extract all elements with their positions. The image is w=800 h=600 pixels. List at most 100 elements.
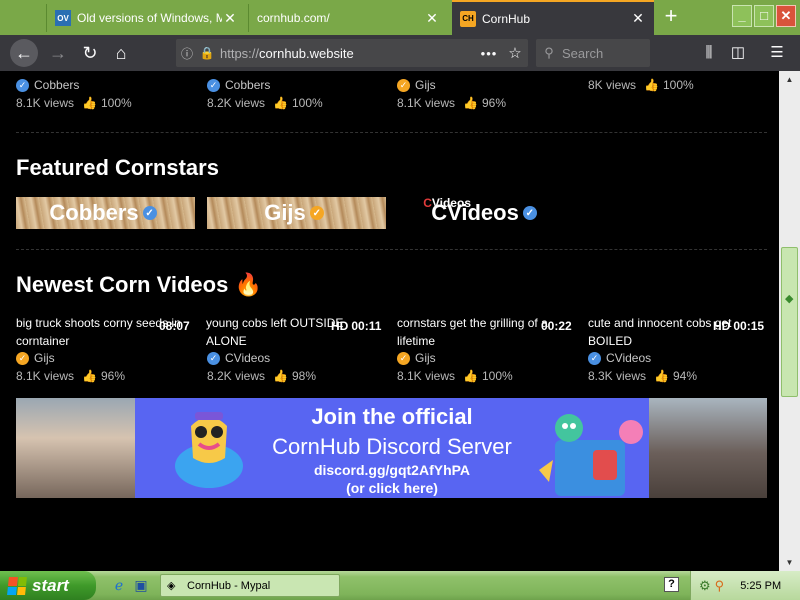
banner-click-here[interactable]: (or click here) <box>135 480 649 496</box>
channel-name: Cobbers <box>225 78 271 92</box>
navigation-toolbar: ← → ↻ ⌂ ⓘ 🔒 https://cornhub.website ••• … <box>0 35 800 71</box>
video-meta: ✓ Gijs 8.1K views 👍 100% <box>397 349 577 385</box>
video-meta: ✓ Cobbers 8.2K views 👍 100% <box>207 76 387 112</box>
channel-link[interactable]: ✓ CVideos <box>588 349 768 367</box>
verified-badge-icon: ✓ <box>588 351 601 365</box>
video-duration: HD 00:11 <box>331 319 381 333</box>
banner-invite-link[interactable]: discord.gg/gqt2AfYhPA <box>135 462 649 478</box>
window-controls: _ □ ✕ <box>732 5 796 27</box>
help-icon[interactable]: ? <box>664 577 679 592</box>
home-icon[interactable]: ⌂ <box>107 39 135 67</box>
search-input[interactable]: ⚲ Search <box>536 39 650 67</box>
clock[interactable]: 5:25 PM <box>740 580 781 592</box>
channel-link[interactable]: ✓ Gijs <box>397 349 577 367</box>
scroll-up-icon[interactable]: ▲ <box>779 71 800 88</box>
video-meta: ✓ CVideos 8.3K views 👍 94% <box>588 349 768 385</box>
channel-name: CVideos <box>606 351 652 365</box>
banner-line-1: Join the official <box>311 404 473 429</box>
tab-old-versions[interactable]: OV Old versions of Windows, Ma ✕ <box>46 4 246 32</box>
vertical-scrollbar[interactable]: ▲ ◆ ▼ <box>779 71 800 571</box>
tab-title: Old versions of Windows, Ma <box>77 11 222 25</box>
url-text[interactable]: https://cornhub.website <box>216 46 476 61</box>
video-stats: 8.1K views 👍 100% <box>16 94 196 112</box>
banner-photo-left <box>16 398 135 498</box>
hd-badge: HD <box>331 319 349 333</box>
minimize-icon[interactable]: _ <box>732 5 752 27</box>
view-count: 8.3K views <box>588 369 647 383</box>
menu-icon[interactable]: ☰ <box>765 41 789 65</box>
cornstar-name: Cobbers <box>49 200 139 225</box>
banner-photo-right <box>649 398 767 498</box>
thumbs-up-icon: 👍 <box>463 369 478 383</box>
taskbar-item-cornhub[interactable]: ◈ CornHub - Mypal <box>160 574 340 597</box>
rating: 100% <box>481 369 513 383</box>
url-bar[interactable]: ⓘ 🔒 https://cornhub.website ••• ☆ <box>176 39 528 67</box>
cornstar-card-cobbers[interactable]: Cobbers ✓ <box>16 197 195 229</box>
channel-name: Gijs <box>34 351 55 365</box>
duration-text: 00:15 <box>733 319 765 333</box>
start-label: start <box>32 575 69 595</box>
tab-cornhub-com[interactable]: cornhub.com/ ✕ <box>248 4 448 32</box>
maximize-icon[interactable]: □ <box>754 5 774 27</box>
desktop-icon[interactable]: ▣ <box>132 576 150 594</box>
sidebar-icon[interactable]: ◫ <box>726 41 750 65</box>
reload-icon[interactable]: ↻ <box>76 39 104 67</box>
cornstar-card-cvideos[interactable]: CVideos CVideos ✓ <box>397 196 576 229</box>
close-tab-icon[interactable]: ✕ <box>424 10 440 27</box>
channel-link[interactable]: ✓ Cobbers <box>16 76 196 94</box>
search-placeholder: Search <box>562 45 604 61</box>
thumbs-up-icon: 👍 <box>273 369 288 383</box>
url-host: cornhub.website <box>259 45 354 61</box>
close-tab-icon[interactable]: ✕ <box>630 10 646 27</box>
library-icon[interactable]: ⫼ <box>697 41 721 65</box>
channel-link[interactable]: ✓ Gijs <box>16 349 196 367</box>
start-button[interactable]: start <box>0 571 96 600</box>
network-icon[interactable]: ⚙ <box>699 578 711 594</box>
section-divider <box>16 249 767 250</box>
internet-explorer-icon[interactable]: ℯ <box>110 576 128 594</box>
page-actions-icon[interactable]: ••• <box>476 46 502 61</box>
back-arrow-icon[interactable]: ← <box>10 39 38 67</box>
rating: 96% <box>100 369 126 383</box>
star-icon[interactable]: ☆ <box>502 44 528 62</box>
forward-arrow-icon[interactable]: → <box>44 39 72 67</box>
new-tab-icon[interactable]: + <box>660 5 682 28</box>
lock-icon[interactable]: 🔒 <box>198 46 216 60</box>
tab-cornhub[interactable]: CH CornHub ✕ <box>452 0 654 35</box>
channel-link[interactable]: ✓ Cobbers <box>207 76 387 94</box>
verified-badge-icon: ✓ <box>309 206 324 220</box>
cornstar-name: Gijs <box>264 200 306 225</box>
cvideos-logo: CVideos <box>423 196 471 210</box>
cornstar-card-gijs[interactable]: Gijs ✓ <box>207 197 386 229</box>
video-meta: ✓ Cobbers 8.1K views 👍 100% <box>16 76 196 112</box>
close-tab-icon[interactable]: ✕ <box>222 10 238 27</box>
url-scheme: https:// <box>220 45 260 61</box>
thumbs-up-icon: 👍 <box>82 96 97 110</box>
discord-banner[interactable]: Join the official CornHub Discord Server… <box>16 398 767 498</box>
featured-section-title: Featured Cornstars <box>16 155 219 180</box>
view-count: 8.1K views <box>397 369 456 383</box>
video-stats: 8.1K views 👍 100% <box>397 367 577 385</box>
duration-text: 00:11 <box>351 319 382 333</box>
channel-link[interactable]: ✓ CVideos <box>207 349 387 367</box>
cornstar-name-wrap: CVideos CVideos <box>423 196 519 226</box>
channel-name: Cobbers <box>34 78 80 92</box>
taskbar: start ℯ ▣ ◈ CornHub - Mypal ? ⚙ ⚲ 5:25 P… <box>0 571 800 600</box>
verified-badge-icon: ✓ <box>522 206 537 220</box>
rating: 94% <box>672 369 698 383</box>
view-count: 8.2K views <box>207 369 266 383</box>
video-duration: 00:22 <box>541 319 572 333</box>
thumbs-up-icon: 👍 <box>273 96 288 110</box>
scroll-down-icon[interactable]: ▼ <box>779 554 800 571</box>
search-tray-icon[interactable]: ⚲ <box>715 578 725 594</box>
view-count: 8.1K views <box>16 369 75 383</box>
verified-badge-icon: ✓ <box>142 206 157 220</box>
scrollbar-thumb[interactable]: ◆ <box>781 247 798 397</box>
video-stats: 8.3K views 👍 94% <box>588 367 768 385</box>
channel-name: Gijs <box>415 78 436 92</box>
channel-link[interactable]: ✓ Gijs <box>397 76 577 94</box>
close-window-icon[interactable]: ✕ <box>776 5 796 27</box>
verified-badge-icon: ✓ <box>207 351 220 365</box>
rating: 100% <box>100 96 132 110</box>
info-icon[interactable]: ⓘ <box>176 45 198 62</box>
